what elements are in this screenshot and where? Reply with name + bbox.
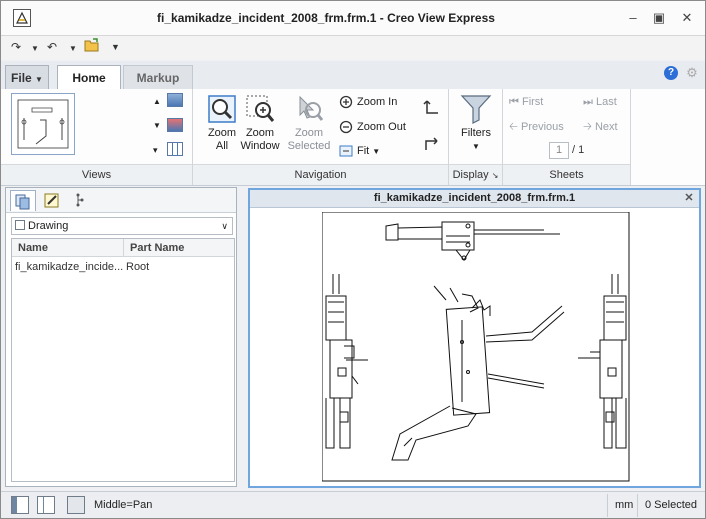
view-icon-1[interactable] [167,93,183,107]
sheet-number-input[interactable]: 1 [549,142,569,159]
filters-label: Filters [461,127,491,139]
panel-splitter[interactable] [239,187,245,487]
close-button[interactable]: ✕ [679,10,695,26]
settings-icon[interactable]: ⚙ [685,66,699,80]
ribbon: ▲ ▼ ▾ Views Zoom All Zoom Window Zoom Se… [1,89,705,186]
status-separator [607,494,608,517]
fit-icon [339,144,353,158]
navigation-group-label: Navigation [193,164,448,185]
zoom-selected-label-2: Selected [287,140,331,152]
zoom-in-label: Zoom In [357,96,398,108]
sheets-group-label: Sheets [503,164,630,185]
structure-panel: Drawing ∨ Name Part Name fi_kamikadze_in… [5,187,237,487]
sheets-group: ⏮ First ⏭ Last 🡠 Previous 🡢 Next 1 / 1 S… [503,89,631,185]
rotate-view-icon[interactable] [423,97,441,117]
zoom-out-icon [339,120,353,134]
view-type-dropdown[interactable]: Drawing ∨ [11,217,233,235]
row-part-cell: Root [126,261,150,273]
orient-view-icon[interactable] [423,133,441,153]
minimize-button[interactable]: – [625,10,641,26]
sheet-total: / 1 [572,144,585,156]
viewer-title: fi_kamikadze_incident_2008_frm.frm.1 [373,192,576,204]
zoom-selected-label-1: Zoom [294,127,324,139]
first-sheet-label: First [521,96,544,108]
navigation-group: Zoom All Zoom Window Zoom Selected Zoom … [193,89,449,185]
drawing-viewer[interactable]: fi_kamikadze_incident_2008_frm.frm.1 ✕ [248,188,701,488]
viewer-header: fi_kamikadze_incident_2008_frm.frm.1 ✕ [250,190,699,208]
filters-dropdown-icon[interactable]: ▼ [449,140,503,153]
previous-sheet-label: Previous [520,121,564,133]
status-bar: Middle=Pan mm 0 Selected [1,491,705,518]
drawing-icon [15,220,25,230]
selection-status: 0 Selected [645,499,697,511]
layout-left-panel-icon[interactable] [11,496,29,514]
zoom-selected-icon [292,93,326,125]
next-sheet-label: Next [594,121,618,133]
mouse-mode-status: Middle=Pan [94,499,153,511]
status-separator [637,494,638,517]
layout-split-icon[interactable] [37,496,55,514]
open-folder-icon[interactable] [84,38,100,55]
display-launcher-icon[interactable]: ↘ [492,171,499,180]
markup-tab-icon[interactable] [40,190,66,211]
row-name-cell: fi_kamikadze_incide... [15,261,124,273]
redo-dropdown-icon[interactable]: ▼ [31,44,39,53]
structure-table: Name Part Name fi_kamikadze_incide... Ro… [11,238,235,482]
quick-access-toolbar: ↷ ▼ ↶ ▼ ▼ [1,36,705,60]
fit-button[interactable]: Fit ▼ [339,144,380,159]
first-sheet-icon: ⏮ [509,96,519,108]
tree-tab-icon[interactable] [70,190,96,211]
display-group: Filters ▼ Display ↘ [449,89,503,185]
views-group: ▲ ▼ ▾ Views [1,89,193,185]
tab-markup[interactable]: Markup [123,65,193,89]
view-thumbnail[interactable] [11,93,75,155]
next-sheet-button[interactable]: 🡢 Next [583,120,618,134]
zoom-out-button[interactable]: Zoom Out [339,120,406,134]
filters-button[interactable]: Filters ▼ [449,93,503,153]
fit-dropdown-icon[interactable]: ▼ [372,147,380,156]
chevron-down-icon: ∨ [221,221,228,231]
tab-home[interactable]: Home [57,65,121,90]
viewer-close-icon[interactable]: ✕ [682,190,696,207]
zoom-in-icon [339,95,353,109]
zoom-window-icon [243,93,277,125]
help-icon[interactable]: ? [664,66,678,80]
previous-sheet-icon: 🡠 [509,121,518,133]
redo-icon[interactable]: ↷ [11,40,21,54]
drawing-canvas [322,212,630,482]
previous-sheet-button[interactable]: 🡠 Previous [509,120,564,134]
zoom-selected-button[interactable]: Zoom Selected [280,93,338,153]
structure-tab-icon[interactable] [10,190,36,211]
tab-file-label: File [11,71,32,85]
customize-toolbar-icon[interactable]: ▼ [111,42,120,52]
fit-label: Fit [357,145,370,157]
column-header-name[interactable]: Name [12,239,124,257]
views-group-label: Views [1,164,192,185]
ribbon-tabs: File ▼ Home Markup ? ⚙ [1,61,705,90]
view-type-value: Drawing [28,220,69,232]
filter-funnel-icon [459,93,493,125]
app-window: fi_kamikadze_incident_2008_frm.frm.1 - C… [0,0,706,519]
first-sheet-button[interactable]: ⏮ First [509,95,543,109]
display-group-label: Display ↘ [449,164,502,185]
last-sheet-icon: ⏭ [583,96,593,108]
last-sheet-label: Last [595,96,617,108]
units-status: mm [615,499,634,511]
maximize-button[interactable]: ▣ [651,10,667,26]
undo-icon[interactable]: ↶ [47,40,57,54]
column-header-part-name[interactable]: Part Name [124,239,234,257]
tab-file[interactable]: File ▼ [5,65,49,89]
undo-dropdown-icon[interactable]: ▼ [69,44,77,53]
panel-tabs [6,188,236,213]
view-icon-2[interactable] [167,118,183,132]
next-sheet-icon: 🡢 [583,121,592,133]
view-grid-icon[interactable] [167,142,183,156]
display-group-text: Display [452,169,489,181]
zoom-in-button[interactable]: Zoom In [339,95,397,109]
window-title: fi_kamikadze_incident_2008_frm.frm.1 - C… [157,11,495,25]
title-bar: fi_kamikadze_incident_2008_frm.frm.1 - C… [1,1,705,36]
zoom-out-label: Zoom Out [357,121,406,133]
last-sheet-button[interactable]: ⏭ Last [583,95,617,109]
layout-full-icon[interactable] [67,496,85,514]
